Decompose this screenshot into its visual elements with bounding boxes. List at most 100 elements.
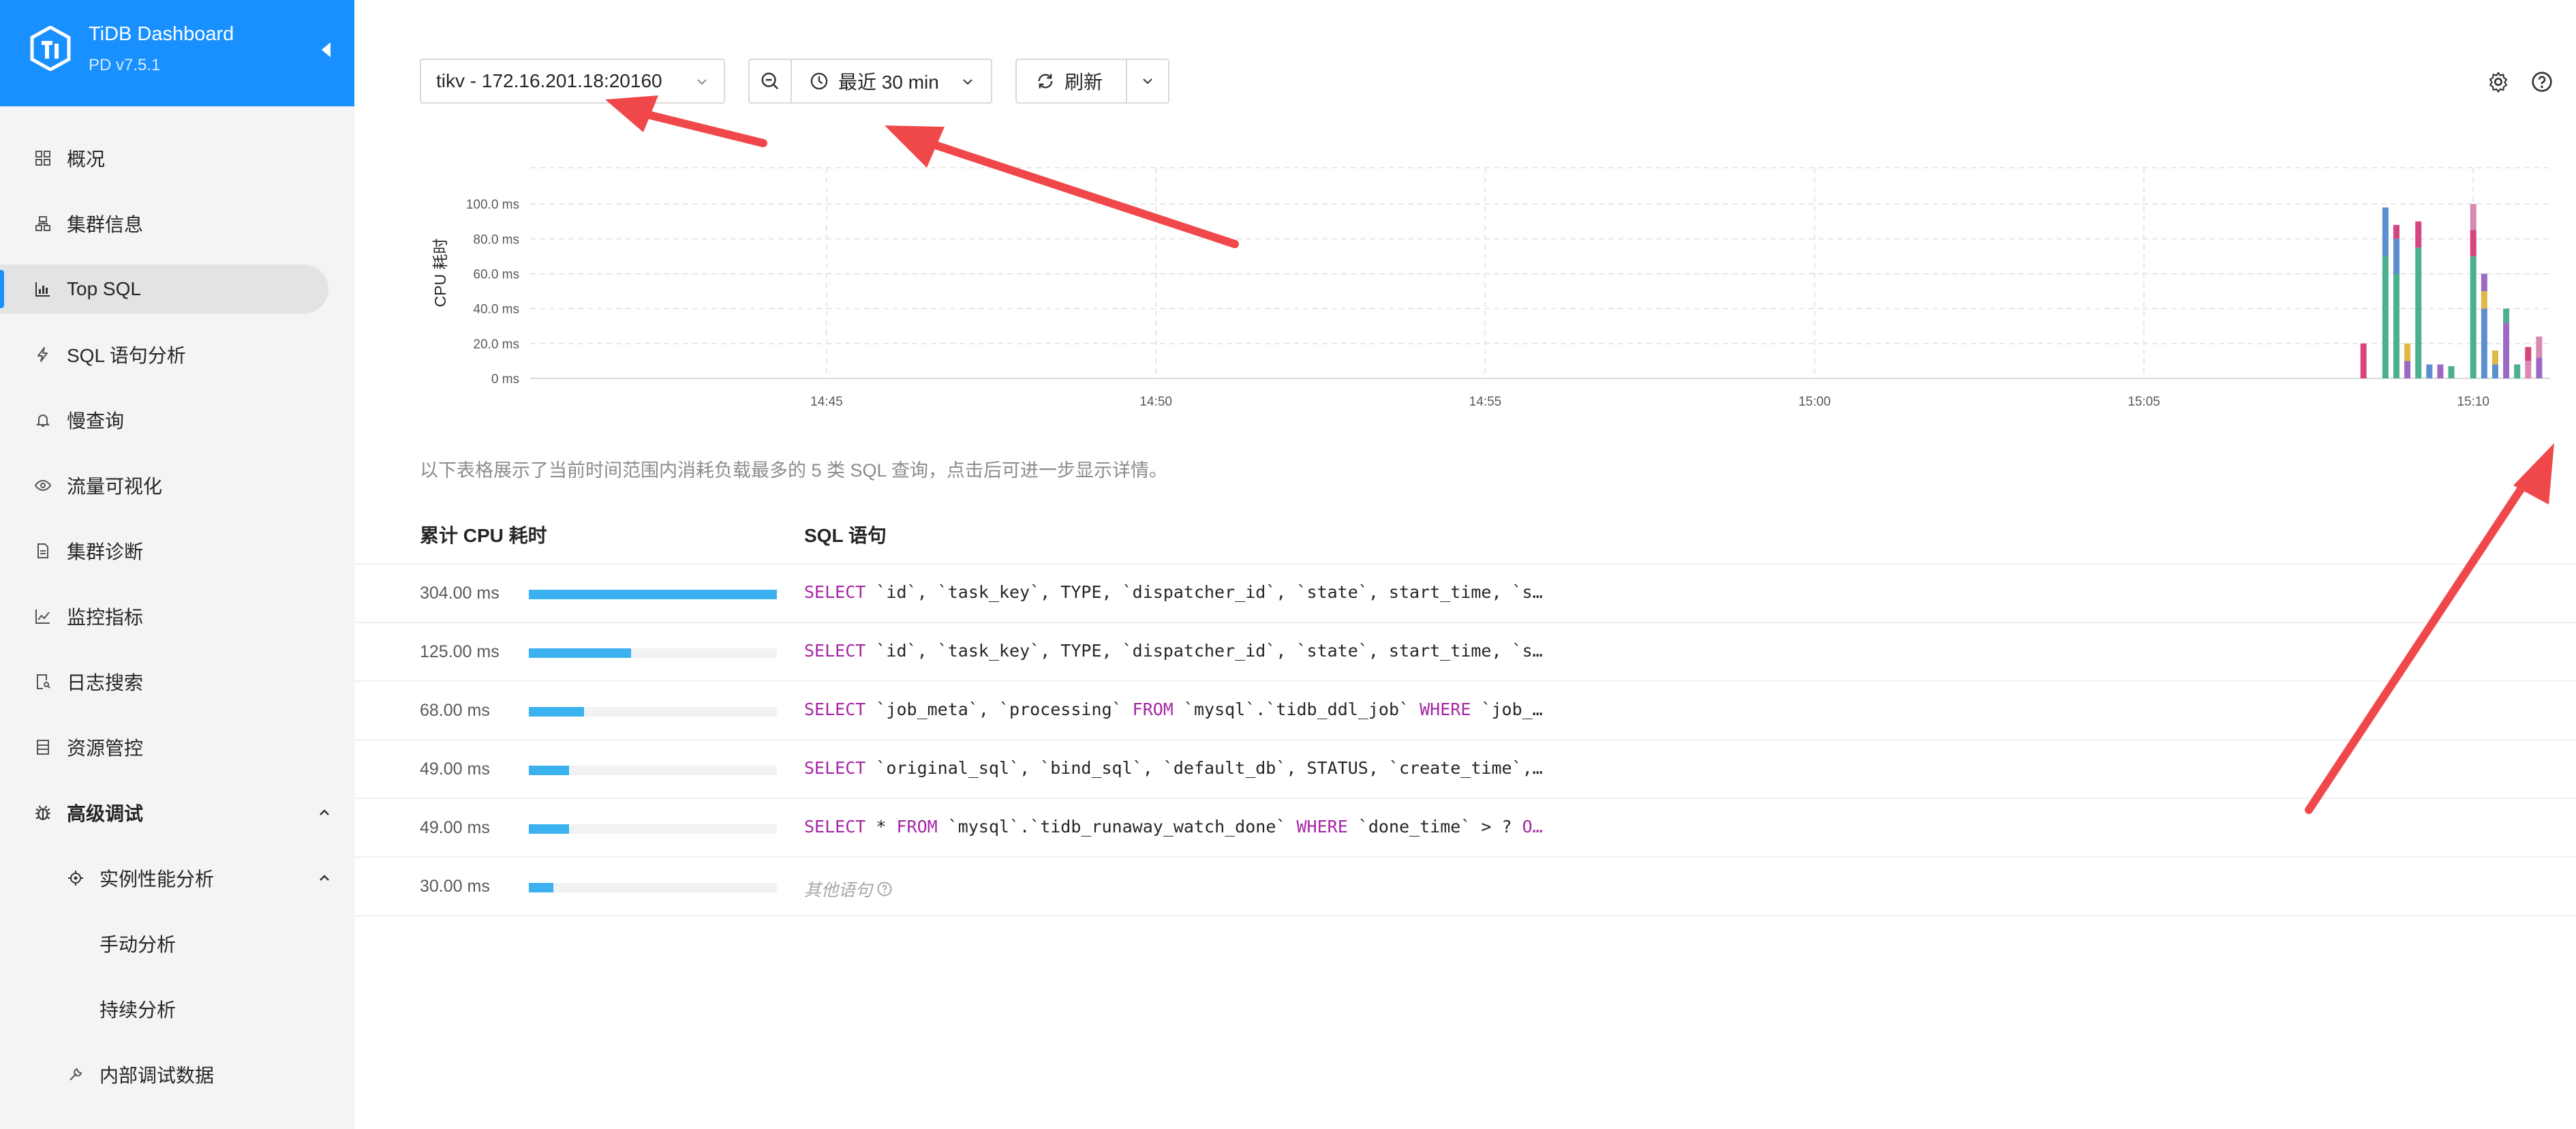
table-row[interactable]: 68.00 ms SELECT `job_meta`, `processing` … bbox=[354, 682, 2576, 740]
sql-text: SELECT `original_sql`, `bind_sql`, `defa… bbox=[804, 758, 1543, 778]
chart-bar-icon bbox=[34, 280, 52, 298]
instance-select[interactable]: tikv - 172.16.201.18:20160 bbox=[420, 59, 725, 104]
sidebar-item-label: 集群信息 bbox=[67, 214, 144, 235]
chevron-down-icon bbox=[963, 79, 972, 85]
sql-text: SELECT `job_meta`, `processing` FROM `my… bbox=[804, 699, 1543, 719]
sidebar-item-manual-profiling[interactable]: 手动分析 bbox=[0, 919, 354, 968]
zoom-out-button[interactable] bbox=[748, 59, 792, 104]
x-tick-label: 14:45 bbox=[810, 395, 843, 409]
chart-bar bbox=[2382, 256, 2389, 378]
table-row[interactable]: 304.00 ms SELECT `id`, `task_key`, TYPE, … bbox=[354, 564, 2576, 623]
chart-bars bbox=[2360, 204, 2543, 378]
help-icon[interactable] bbox=[876, 881, 893, 897]
sidebar-item-log-search[interactable]: 日志搜索 bbox=[0, 657, 354, 706]
sidebar-item-resource-manager[interactable]: 资源管控 bbox=[0, 723, 354, 772]
aim-icon bbox=[67, 869, 85, 887]
sidebar-item-cluster-info[interactable]: 集群信息 bbox=[0, 199, 354, 248]
sql-fragment: `job_meta`, `processing` bbox=[865, 699, 1133, 719]
sql-text: SELECT `id`, `task_key`, TYPE, `dispatch… bbox=[804, 582, 1543, 602]
chart-bar bbox=[2448, 366, 2455, 378]
clock-icon bbox=[810, 72, 828, 90]
x-tick-label: 14:50 bbox=[1139, 395, 1172, 409]
chart-x-axis: 14:45 14:50 14:55 15:00 15:05 15:10 bbox=[810, 395, 2489, 409]
cpu-time-value: 304.00 ms bbox=[420, 584, 500, 603]
table-row-other[interactable]: 30.00 ms 其他语句 bbox=[354, 858, 2576, 916]
sidebar-item-slow-query[interactable]: 慢查询 bbox=[0, 395, 354, 445]
app-version: PD v7.5.1 bbox=[89, 56, 161, 74]
sql-fragment: `mysql`.`tidb_ddl_job` bbox=[1173, 699, 1420, 719]
bolt-icon bbox=[34, 346, 52, 363]
chart-bar bbox=[2360, 343, 2367, 378]
x-tick-label: 15:00 bbox=[1798, 395, 1831, 409]
bug-icon bbox=[34, 804, 52, 822]
chart-bar bbox=[2481, 308, 2487, 378]
sidebar-item-debug[interactable]: 高级调试 bbox=[0, 788, 354, 837]
sidebar-item-instance-profiling[interactable]: 实例性能分析 bbox=[0, 854, 354, 903]
chevron-down-icon bbox=[1143, 78, 1152, 85]
help-icon[interactable] bbox=[2531, 71, 2553, 93]
column-header-sql: SQL 语句 bbox=[804, 525, 887, 546]
settings-icon[interactable] bbox=[2487, 71, 2509, 93]
sql-keyword: SELECT bbox=[804, 641, 866, 661]
other-statements-label: 其他语句 bbox=[804, 881, 873, 900]
chart-bar bbox=[2404, 361, 2411, 378]
instance-select-value: tikv - 172.16.201.18:20160 bbox=[436, 70, 662, 91]
cpu-time-bar bbox=[529, 766, 777, 775]
sql-fragment: `job_… bbox=[1471, 699, 1543, 719]
sidebar-item-top-sql[interactable]: Top SQL bbox=[0, 265, 328, 314]
chart-bar bbox=[2470, 204, 2477, 230]
y-tick-label: 80.0 ms bbox=[473, 232, 519, 247]
y-tick-label: 20.0 ms bbox=[473, 337, 519, 352]
sidebar-item-debug-data[interactable]: 内部调试数据 bbox=[0, 1050, 354, 1099]
sidebar-item-overview[interactable]: 概况 bbox=[0, 134, 354, 183]
x-tick-label: 15:10 bbox=[2457, 395, 2489, 409]
file-search-icon bbox=[34, 673, 52, 691]
sidebar: TiDB Dashboard PD v7.5.1 概况 集群信息 Top SQL bbox=[0, 0, 354, 1129]
sidebar-item-sql-statements[interactable]: SQL 语句分析 bbox=[0, 330, 354, 379]
sidebar-item-diagnose[interactable]: 集群诊断 bbox=[0, 526, 354, 575]
chart-bar bbox=[2382, 207, 2389, 256]
sidebar-item-key-viz[interactable]: 流量可视化 bbox=[0, 461, 354, 510]
chart-bar bbox=[2503, 322, 2510, 378]
sql-fragment: `id`, `task_key`, TYPE, `dispatcher_id`,… bbox=[865, 582, 1543, 602]
zoom-out-icon bbox=[761, 72, 779, 90]
sql-keyword: FROM bbox=[1132, 699, 1174, 719]
sidebar-item-label: 内部调试数据 bbox=[99, 1065, 215, 1086]
table-row[interactable]: 125.00 ms SELECT `id`, `task_key`, TYPE, … bbox=[354, 623, 2576, 682]
refresh-button[interactable]: 刷新 bbox=[1015, 59, 1127, 104]
sidebar-item-label: 实例性能分析 bbox=[99, 869, 215, 890]
chart-bar bbox=[2393, 239, 2399, 274]
cpu-time-chart: 0 ms 20.0 ms 40.0 ms 60.0 ms 80.0 ms 100.0 ms… bbox=[431, 167, 2550, 409]
collapse-sidebar-icon[interactable] bbox=[322, 42, 331, 57]
sidebar-item-continuous-profiling[interactable]: 持续分析 bbox=[0, 984, 354, 1034]
y-tick-label: 60.0 ms bbox=[473, 268, 519, 282]
bell-icon bbox=[34, 411, 52, 429]
top-sql-table: 304.00 ms SELECT `id`, `task_key`, TYPE, … bbox=[354, 563, 2576, 916]
sidebar-item-label: 集群诊断 bbox=[67, 541, 144, 562]
table-row[interactable]: 49.00 ms SELECT * FROM `mysql`.`tidb_runa… bbox=[354, 799, 2576, 858]
chart-bar bbox=[2415, 247, 2422, 378]
sidebar-item-monitoring[interactable]: 监控指标 bbox=[0, 592, 354, 641]
sql-fragment: `original_sql`, `bind_sql`, `default_db`… bbox=[865, 758, 1543, 778]
sidebar-item-label: SQL 语句分析 bbox=[67, 345, 186, 366]
tool-icon bbox=[67, 1066, 85, 1083]
cpu-time-value: 49.00 ms bbox=[420, 818, 490, 837]
chart-bar bbox=[2491, 350, 2498, 365]
chart-bar bbox=[2481, 291, 2487, 309]
sql-fragment: * bbox=[865, 817, 897, 837]
chart-bar bbox=[2536, 336, 2543, 358]
cpu-time-value: 30.00 ms bbox=[420, 877, 490, 896]
tidb-logo-icon bbox=[30, 26, 71, 71]
chevron-up-icon bbox=[320, 809, 329, 815]
cpu-time-bar-fill bbox=[529, 883, 553, 892]
cpu-time-bar bbox=[529, 883, 777, 892]
auto-refresh-dropdown[interactable] bbox=[1126, 59, 1169, 104]
chart-bar bbox=[2393, 224, 2399, 239]
sidebar-item-label: Top SQL bbox=[67, 278, 141, 299]
sql-keyword: SELECT bbox=[804, 758, 866, 778]
chart-bar bbox=[2404, 343, 2411, 361]
time-range-picker[interactable]: 最近 30 min bbox=[791, 59, 992, 104]
table-row[interactable]: 49.00 ms SELECT `original_sql`, `bind_sql… bbox=[354, 740, 2576, 799]
cluster-icon bbox=[34, 215, 52, 232]
app-name: TiDB Dashboard bbox=[89, 23, 234, 45]
